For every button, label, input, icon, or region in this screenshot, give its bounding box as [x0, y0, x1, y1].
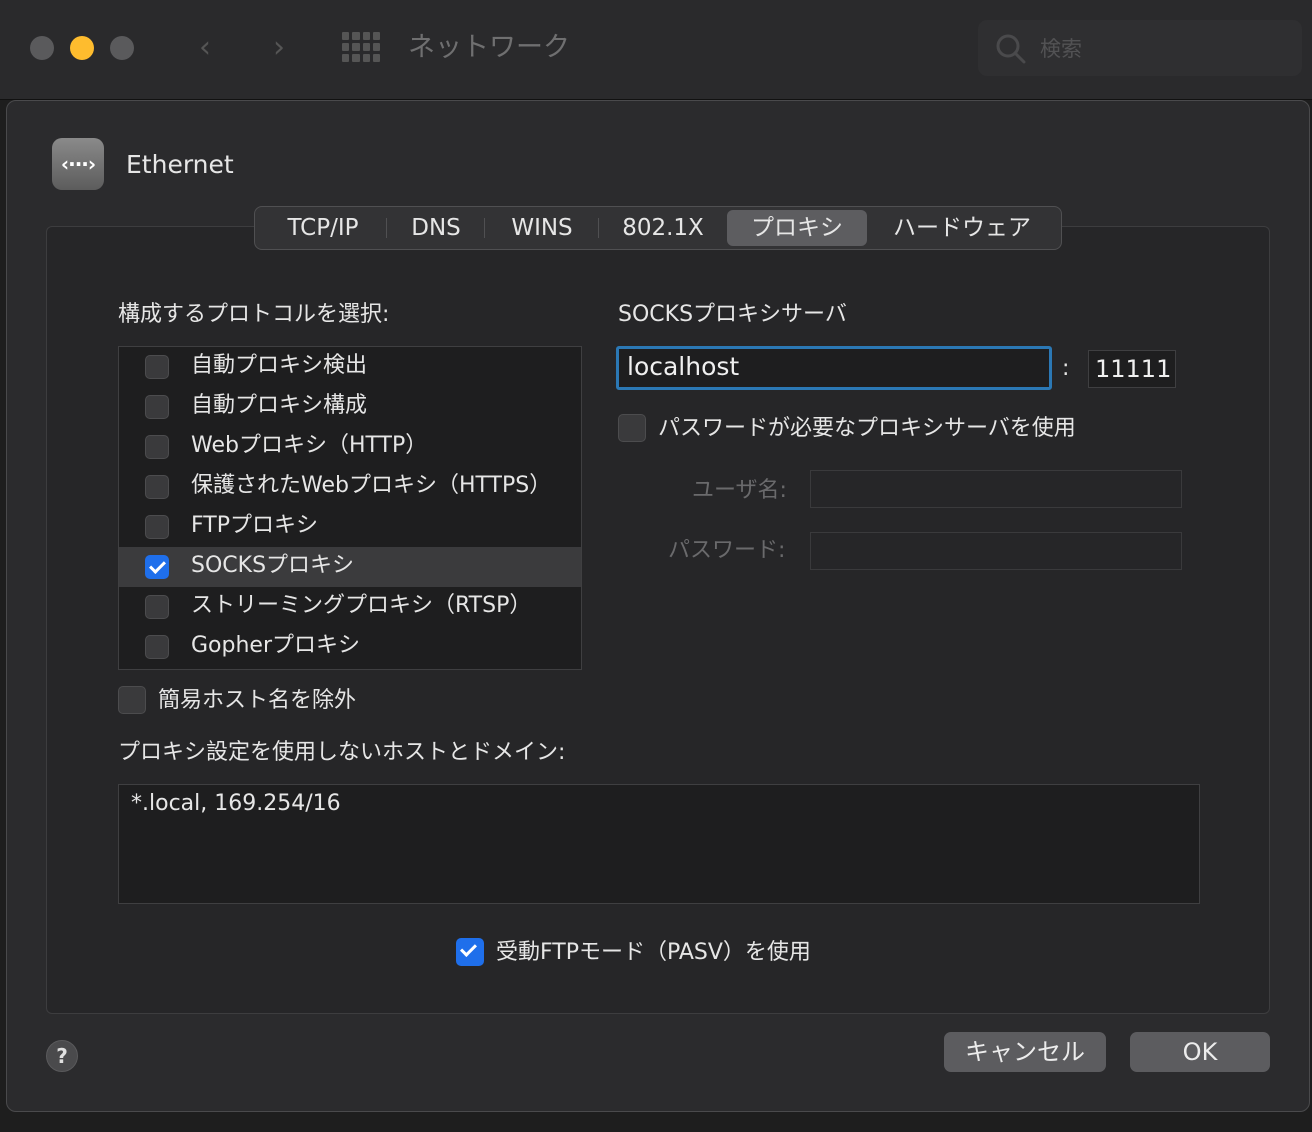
socks-proxy-checkbox[interactable] [145, 555, 169, 579]
ok-button[interactable]: OK [1130, 1032, 1270, 1072]
forward-button[interactable]: › [264, 30, 294, 66]
ftp-proxy-checkbox[interactable] [145, 515, 169, 539]
protocol-row-auto-discovery[interactable]: 自動プロキシ検出 [119, 347, 581, 387]
username-field[interactable] [810, 470, 1182, 508]
protocol-row-gopher[interactable]: Gopherプロキシ [119, 627, 581, 667]
exclude-simple-hostnames-checkbox[interactable] [118, 686, 146, 714]
protocols-heading: 構成するプロトコルを選択: [118, 302, 390, 327]
window-title: ネットワーク [408, 32, 570, 63]
host-port-separator: : [1062, 356, 1070, 381]
protocol-label: SOCKSプロキシ [191, 553, 355, 578]
back-button[interactable]: ‹ [190, 30, 220, 66]
ethernet-icon: ‹···› [52, 138, 104, 190]
tab-dns[interactable]: DNS [387, 210, 485, 246]
tab-hardware[interactable]: ハードウェア [867, 210, 1057, 246]
tab-bar: TCP/IP DNS WINS 802.1X プロキシ ハードウェア [254, 206, 1062, 250]
auto-config-checkbox[interactable] [145, 395, 169, 419]
help-button[interactable]: ? [46, 1040, 78, 1072]
chevron-right-icon: › [273, 30, 285, 65]
protocol-label: Gopherプロキシ [191, 633, 360, 658]
protocol-row-http[interactable]: Webプロキシ（HTTP） [119, 427, 581, 467]
protocol-label: 自動プロキシ検出 [191, 353, 368, 378]
protocol-label: ストリーミングプロキシ（RTSP） [191, 593, 532, 618]
exclude-simple-hostnames-label: 簡易ホスト名を除外 [158, 688, 357, 713]
auto-discovery-checkbox[interactable] [145, 355, 169, 379]
server-heading: SOCKSプロキシサーバ [618, 302, 847, 327]
passive-ftp-checkbox[interactable] [456, 938, 484, 966]
tab-proxy[interactable]: プロキシ [727, 210, 867, 246]
passive-ftp-label: 受動FTPモード（PASV）を使用 [496, 940, 811, 965]
protocol-row-rtsp[interactable]: ストリーミングプロキシ（RTSP） [119, 587, 581, 627]
search-placeholder: 検索 [1040, 37, 1082, 61]
protocol-label: 自動プロキシ構成 [191, 393, 368, 418]
protocol-row-ftp[interactable]: FTPプロキシ [119, 507, 581, 547]
protocol-label: FTPプロキシ [191, 513, 318, 538]
bypass-label: プロキシ設定を使用しないホストとドメイン: [118, 740, 566, 765]
interface-name: Ethernet [126, 150, 234, 179]
username-label: ユーザ名: [692, 478, 787, 503]
tab-8021x[interactable]: 802.1X [599, 210, 727, 246]
search-icon [996, 34, 1026, 64]
protocol-row-https[interactable]: 保護されたWebプロキシ（HTTPS） [119, 467, 581, 507]
password-label: パスワード: [668, 538, 786, 563]
https-proxy-checkbox[interactable] [145, 475, 169, 499]
protocol-label: Webプロキシ（HTTP） [191, 433, 428, 458]
protocol-label: 保護されたWebプロキシ（HTTPS） [191, 473, 552, 498]
http-proxy-checkbox[interactable] [145, 435, 169, 459]
chevron-left-icon: ‹ [199, 30, 211, 65]
tab-wins[interactable]: WINS [485, 210, 599, 246]
protocol-row-auto-config[interactable]: 自動プロキシ構成 [119, 387, 581, 427]
protocol-list: 自動プロキシ検出 自動プロキシ構成 Webプロキシ（HTTP） 保護されたWeb… [118, 346, 582, 670]
gopher-proxy-checkbox[interactable] [145, 635, 169, 659]
tab-tcpip[interactable]: TCP/IP [259, 210, 387, 246]
proxy-port-input[interactable]: 11111 [1088, 350, 1176, 388]
password-required-label: パスワードが必要なプロキシサーバを使用 [658, 416, 1076, 441]
password-required-checkbox[interactable] [618, 414, 646, 442]
protocol-row-socks[interactable]: SOCKSプロキシ [119, 547, 581, 587]
proxy-host-input[interactable]: localhost [616, 346, 1052, 390]
show-all-grid-icon[interactable] [342, 32, 380, 62]
bypass-domains-textarea[interactable]: *.local, 169.254/16 [118, 784, 1200, 904]
close-window-button[interactable] [30, 36, 54, 60]
password-field[interactable] [810, 532, 1182, 570]
rtsp-proxy-checkbox[interactable] [145, 595, 169, 619]
cancel-button[interactable]: キャンセル [944, 1032, 1106, 1072]
zoom-window-button[interactable] [110, 36, 134, 60]
minimize-window-button[interactable] [70, 36, 94, 60]
